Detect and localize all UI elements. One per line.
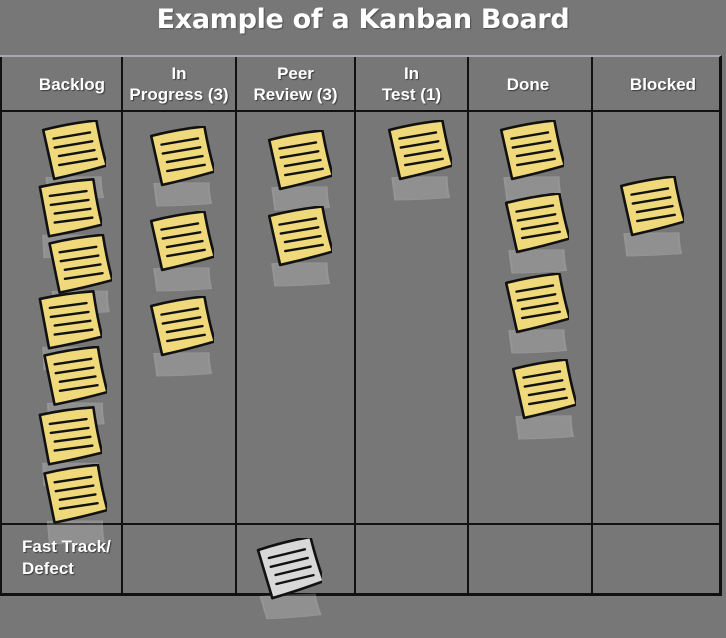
column-header-peer-review: Peer Review (3) <box>253 64 338 104</box>
card-body <box>41 120 106 181</box>
sticky-note-icon <box>267 206 332 287</box>
sticky-note-icon <box>619 176 684 257</box>
column-divider <box>467 57 469 593</box>
sticky-note-icon <box>511 359 576 440</box>
column-header-done: Done <box>506 74 550 94</box>
card-body <box>499 120 564 181</box>
card-body <box>267 206 332 267</box>
column-header-blocked: Blocked <box>629 74 697 94</box>
kanban-card[interactable] <box>510 359 576 459</box>
kanban-card[interactable] <box>266 206 332 306</box>
column-divider <box>235 57 237 593</box>
card-body <box>38 178 102 238</box>
kanban-card[interactable] <box>618 176 684 276</box>
board-title: Example of a Kanban Board <box>156 4 570 35</box>
card-body <box>149 126 214 187</box>
column-header-backlog: Backlog <box>38 74 106 94</box>
card-body <box>256 538 322 600</box>
card-body <box>149 296 214 357</box>
card-reflection <box>508 329 568 354</box>
card-reflection <box>271 262 331 287</box>
column-header-in-test: In Test (1) <box>381 64 442 104</box>
swimlane-divider <box>0 523 719 525</box>
card-body <box>504 193 569 254</box>
column-header-in-progress: In Progress (3) <box>129 64 229 104</box>
kanban-card[interactable] <box>256 538 322 638</box>
card-body <box>149 211 214 272</box>
card-reflection <box>515 415 575 440</box>
column-divider <box>591 57 593 593</box>
card-reflection <box>623 232 683 257</box>
card-body <box>267 130 332 191</box>
kanban-card[interactable] <box>148 296 214 396</box>
card-reflection <box>391 176 451 201</box>
card-body <box>43 346 107 406</box>
column-divider <box>354 57 356 593</box>
card-body <box>511 359 576 420</box>
card-body <box>387 120 452 181</box>
sticky-note-icon <box>256 538 322 620</box>
kanban-card[interactable] <box>386 120 452 220</box>
card-body <box>38 406 102 466</box>
kanban-card[interactable] <box>41 464 107 564</box>
sticky-note-icon <box>387 120 452 201</box>
kanban-card[interactable] <box>503 273 569 373</box>
card-reflection <box>508 249 568 274</box>
card-reflection <box>153 182 213 207</box>
card-body <box>48 234 112 294</box>
card-reflection <box>153 267 213 292</box>
sticky-note-icon <box>43 464 107 545</box>
card-body <box>504 273 569 334</box>
card-body <box>619 176 684 237</box>
board-left-border <box>0 57 2 593</box>
card-reflection <box>153 352 213 377</box>
column-divider <box>121 57 123 593</box>
sticky-note-icon <box>149 296 214 377</box>
card-body <box>43 464 107 524</box>
card-reflection <box>259 593 322 620</box>
sticky-note-icon <box>504 273 569 354</box>
card-body <box>38 290 102 350</box>
